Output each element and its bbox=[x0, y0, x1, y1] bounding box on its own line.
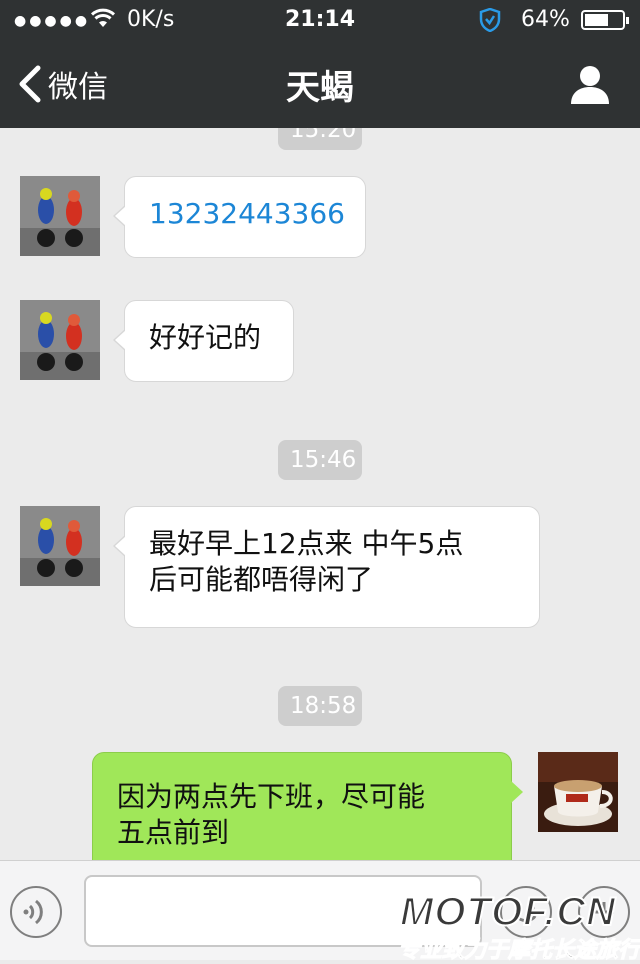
contact-avatar[interactable] bbox=[20, 300, 100, 380]
watermark-tagline: 专业致力于摩托长途旅行 bbox=[398, 938, 640, 964]
watermark-brand: MOTOF.CN bbox=[399, 889, 617, 935]
chat-title: 天蝎 bbox=[286, 68, 354, 108]
voice-button[interactable] bbox=[10, 886, 62, 938]
message-bubble[interactable]: 好好记的 bbox=[113, 300, 294, 382]
nav-bar: 微信 天蝎 bbox=[0, 40, 640, 128]
battery-level bbox=[585, 14, 608, 26]
voice-icon bbox=[23, 899, 43, 925]
battery-percent: 64% bbox=[521, 7, 570, 32]
person-icon bbox=[571, 66, 609, 104]
shield-icon bbox=[479, 7, 501, 33]
message-list[interactable]: 15:20 13232443366 好好记的 15:46 最好早上12点来 中午… bbox=[0, 128, 640, 860]
my-avatar[interactable] bbox=[538, 752, 618, 832]
contact-avatar[interactable] bbox=[20, 176, 100, 256]
message-bubble[interactable]: 13232443366 bbox=[113, 176, 366, 258]
timestamp: 15:20 bbox=[278, 128, 362, 150]
status-bar: ●●●●● 0K/s 21:14 64% bbox=[0, 0, 640, 40]
phone-number-link[interactable]: 13232443366 bbox=[149, 197, 345, 230]
message-text-line: 最好早上12点来 中午5点 bbox=[149, 527, 464, 560]
watermark-logo: MOTOF.CN 专业致力于摩托长途旅行 bbox=[396, 889, 640, 964]
profile-button[interactable] bbox=[568, 62, 612, 106]
timestamp: 18:58 bbox=[278, 686, 362, 726]
top-bar: ●●●●● 0K/s 21:14 64% 微信 天蝎 bbox=[0, 0, 640, 128]
message-text-line: 后可能都唔得闲了 bbox=[149, 563, 374, 596]
contact-avatar[interactable] bbox=[20, 506, 100, 586]
message-text-line: 因为两点先下班，尽可能 bbox=[117, 780, 426, 813]
message-text-line: 五点前到 bbox=[117, 816, 230, 849]
message-bubble[interactable]: 最好早上12点来 中午5点 后可能都唔得闲了 bbox=[113, 506, 540, 628]
battery-icon bbox=[581, 10, 629, 30]
message-text: 好好记的 bbox=[149, 321, 262, 354]
message-bubble-sent[interactable]: 因为两点先下班，尽可能 五点前到 bbox=[92, 752, 523, 860]
timestamp: 15:46 bbox=[278, 440, 362, 480]
